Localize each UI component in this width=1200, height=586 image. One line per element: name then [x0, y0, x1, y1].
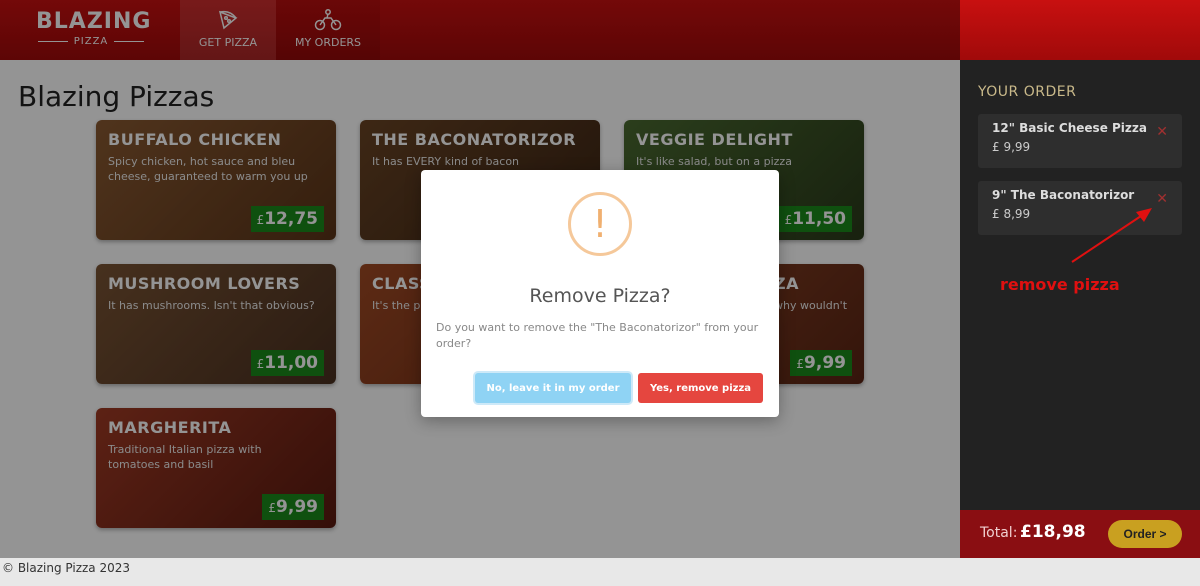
warning-icon: !: [568, 192, 632, 256]
cancel-button[interactable]: No, leave it in my order: [475, 373, 631, 403]
sidebar-title: YOUR ORDER: [978, 84, 1077, 100]
annotation-arrow-icon: [1071, 208, 1152, 263]
footer: © Blazing Pizza 2023: [0, 558, 1200, 586]
order-button[interactable]: Order >: [1108, 520, 1182, 548]
total-value: £18,98: [1020, 522, 1086, 542]
dialog-message: Do you want to remove the "The Baconator…: [436, 321, 759, 350]
order-sidebar: YOUR ORDER 12" Basic Cheese Pizza £ 9,99…: [960, 60, 1200, 558]
order-item: 12" Basic Cheese Pizza £ 9,99 ✕: [978, 114, 1182, 168]
total-label: Total:: [980, 525, 1018, 541]
order-item-price: £ 9,99: [992, 140, 1031, 154]
order-item-price: £ 8,99: [992, 207, 1031, 221]
confirm-remove-button[interactable]: Yes, remove pizza: [638, 373, 763, 403]
order-total-bar: Total: £18,98 Order >: [960, 510, 1200, 558]
annotation-label: remove pizza: [1000, 275, 1120, 294]
remove-pizza-dialog: ! Remove Pizza? Do you want to remove th…: [421, 170, 779, 417]
remove-item-icon[interactable]: ✕: [1156, 124, 1168, 140]
footer-copyright: © Blazing Pizza 2023: [2, 561, 131, 575]
dialog-title: Remove Pizza?: [529, 285, 671, 307]
order-item-name: 12" Basic Cheese Pizza: [992, 121, 1147, 135]
